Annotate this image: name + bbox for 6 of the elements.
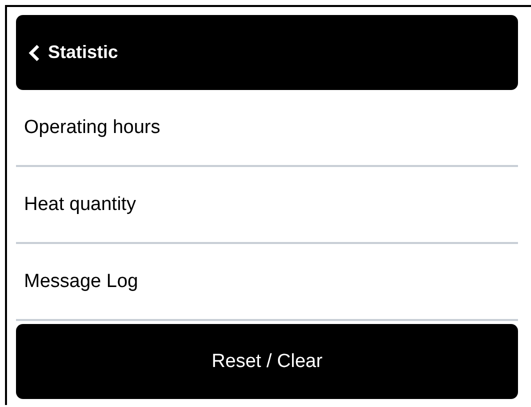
reset-button[interactable]: Reset / Clear (16, 324, 518, 399)
back-icon[interactable] (28, 44, 40, 62)
menu-item[interactable]: Heat quantity (24, 194, 136, 216)
menu-item[interactable]: Operating hours (24, 116, 160, 138)
header-title: Statistic (48, 42, 118, 63)
menu-item[interactable]: Message Log (24, 270, 138, 292)
